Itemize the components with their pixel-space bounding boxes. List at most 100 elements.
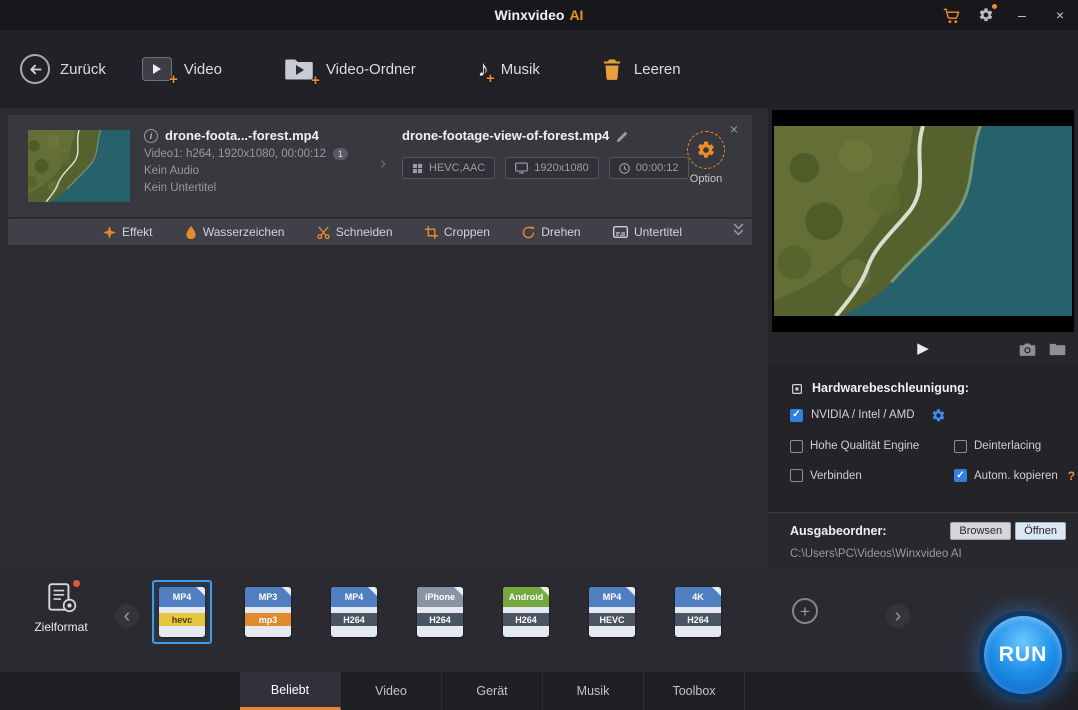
- section-chevron-icon: ›: [380, 153, 386, 174]
- deinterlacing-option[interactable]: ✓ Deinterlacing: [954, 440, 1078, 453]
- output-folder-section: Ausgabeordner: Browsen Öffnen C:\Users\P…: [768, 512, 1078, 570]
- file-list-area: × i drone-foota...-forest.mp4 Video1: h2…: [0, 108, 768, 570]
- format-list: MP4hevc MP3mp3 MP4H264 iPhoneH264 Androi…: [152, 580, 818, 644]
- open-button[interactable]: Öffnen: [1015, 522, 1066, 540]
- plus-icon: +: [486, 71, 495, 86]
- checkbox[interactable]: ✓: [790, 440, 803, 453]
- format-mp4-h264[interactable]: MP4H264: [324, 580, 384, 644]
- merge-option[interactable]: ✓ Verbinden: [790, 469, 954, 483]
- notification-dot: [73, 580, 80, 587]
- app-title-ai: AI: [569, 7, 583, 23]
- cart-icon[interactable]: [943, 6, 960, 23]
- output-folder-label: Ausgabeordner:: [790, 524, 946, 538]
- add-video-icon: +: [142, 57, 172, 81]
- hardware-section: Hardwarebeschleunigung: ✓ NVIDIA / Intel…: [768, 366, 1078, 512]
- format-mp4-hevc-2[interactable]: MP4HEVC: [582, 580, 642, 644]
- add-format-button[interactable]: +: [792, 598, 818, 624]
- source-info: i drone-foota...-forest.mp4 Video1: h264…: [144, 128, 348, 194]
- browse-button[interactable]: Browsen: [950, 522, 1011, 540]
- minimize-button[interactable]: –: [1012, 6, 1032, 24]
- format-iphone[interactable]: iPhoneH264: [410, 580, 470, 644]
- resolution-chip[interactable]: 1920x1080: [505, 157, 598, 179]
- auto-copy-option[interactable]: ✓ Autom. kopieren ?: [954, 469, 1078, 483]
- winxvideo-window: Winxvideo AI – × Zurück + Video +: [0, 0, 1078, 710]
- bottom-bar: Zielformat ‹ MP4hevc MP3mp3 MP4H264 iPho…: [0, 570, 1078, 710]
- back-button[interactable]: Zurück: [20, 54, 106, 84]
- gpu-checkbox[interactable]: ✓: [790, 409, 803, 422]
- run-button[interactable]: RUN: [979, 611, 1067, 699]
- main-toolbar: Zurück + Video + Video-Ordner ♪ + Musik: [0, 30, 1078, 108]
- output-file-name: drone-footage-view-of-forest.mp4: [402, 128, 609, 143]
- checkbox[interactable]: ✓: [790, 469, 803, 482]
- tab-video[interactable]: Video: [341, 672, 442, 710]
- right-panel: ▶ Hardwarebeschleunigung: ✓ NVIDIA / Int…: [768, 108, 1078, 570]
- open-folder-icon[interactable]: [1049, 341, 1066, 357]
- format-4k[interactable]: 4KH264: [668, 580, 728, 644]
- app-title: Winxvideo AI: [0, 0, 1078, 30]
- video-file-card[interactable]: × i drone-foota...-forest.mp4 Video1: h2…: [8, 115, 752, 217]
- snapshot-camera-icon[interactable]: [1019, 341, 1036, 357]
- scroll-right-icon[interactable]: ›: [886, 604, 910, 628]
- target-format-icon: [44, 582, 78, 614]
- gpu-settings-gear-icon[interactable]: [931, 408, 946, 423]
- scroll-left-icon[interactable]: ‹: [115, 604, 139, 628]
- notification-dot: [992, 4, 997, 9]
- audio-track-info: Kein Audio: [144, 165, 199, 177]
- option-gear-icon: [687, 131, 725, 169]
- subtitle-button[interactable]: Untertitel: [613, 225, 682, 239]
- plus-icon: +: [169, 72, 178, 87]
- watermark-button[interactable]: Wasserzeichen: [185, 225, 285, 239]
- codec-chip[interactable]: HEVC,AAC: [402, 157, 495, 179]
- category-tabbar: Beliebt Video Gerät Musik Toolbox: [0, 672, 1078, 710]
- hardware-title: Hardwarebeschleunigung:: [812, 381, 969, 395]
- format-mp3[interactable]: MP3mp3: [238, 580, 298, 644]
- option-label: Option: [690, 173, 722, 185]
- target-format-button[interactable]: Zielformat: [26, 582, 96, 634]
- subtitle-track-info: Kein Untertitel: [144, 182, 216, 194]
- add-video-folder-button[interactable]: + Video-Ordner: [284, 57, 416, 82]
- checkbox[interactable]: ✓: [954, 440, 967, 453]
- app-title-text: Winxvideo: [495, 7, 565, 23]
- rotate-button[interactable]: Drehen: [522, 225, 580, 239]
- add-video-folder-label: Video-Ordner: [326, 61, 416, 78]
- clear-list-button[interactable]: Leeren: [602, 58, 681, 81]
- rename-pencil-icon[interactable]: [616, 128, 629, 143]
- format-android[interactable]: AndroidH264: [496, 580, 556, 644]
- add-music-label: Musik: [501, 61, 540, 78]
- settings-gear-icon[interactable]: [978, 7, 994, 23]
- play-button[interactable]: ▶: [911, 339, 935, 358]
- tab-musik[interactable]: Musik: [543, 672, 644, 710]
- music-note-icon: ♪ +: [478, 58, 489, 80]
- output-path: C:\Users\PC\Videos\Winxvideo AI: [790, 548, 1066, 560]
- target-format-label: Zielformat: [34, 620, 87, 634]
- source-file-name: drone-foota...-forest.mp4: [165, 128, 319, 143]
- video-track-info: Video1: h264, 1920x1080, 00:00:12: [144, 148, 326, 160]
- format-mp4-hevc[interactable]: MP4hevc: [152, 580, 212, 644]
- preview-controls: ▶: [768, 332, 1078, 366]
- plus-icon: +: [311, 73, 320, 88]
- crop-button[interactable]: Croppen: [425, 225, 490, 239]
- edit-toolbar: Effekt Wasserzeichen Schneiden Croppen D…: [8, 219, 752, 245]
- clear-list-label: Leeren: [634, 61, 681, 78]
- trash-icon: [602, 58, 622, 81]
- tab-toolbox[interactable]: Toolbox: [644, 672, 745, 710]
- add-video-button[interactable]: + Video: [142, 57, 222, 81]
- hardware-chip-icon: [790, 381, 804, 396]
- tab-beliebt[interactable]: Beliebt: [240, 672, 341, 710]
- checkbox[interactable]: ✓: [954, 469, 967, 482]
- add-music-button[interactable]: ♪ + Musik: [478, 58, 540, 80]
- tab-geraet[interactable]: Gerät: [442, 672, 543, 710]
- preview-frame: [774, 126, 1072, 316]
- high-quality-engine-option[interactable]: ✓ Hohe Qualität Engine: [790, 440, 954, 453]
- help-icon[interactable]: ?: [1068, 469, 1075, 483]
- video-folder-icon: +: [284, 57, 314, 82]
- back-label: Zurück: [60, 61, 106, 78]
- trim-button[interactable]: Schneiden: [317, 225, 393, 239]
- expand-chevrons-icon[interactable]: [733, 221, 744, 236]
- video-thumbnail: [28, 130, 130, 202]
- close-button[interactable]: ×: [1050, 6, 1070, 24]
- info-icon[interactable]: i: [144, 129, 158, 143]
- back-arrow-icon: [20, 54, 50, 84]
- effect-button[interactable]: Effekt: [103, 225, 152, 239]
- option-button[interactable]: Option: [674, 131, 738, 185]
